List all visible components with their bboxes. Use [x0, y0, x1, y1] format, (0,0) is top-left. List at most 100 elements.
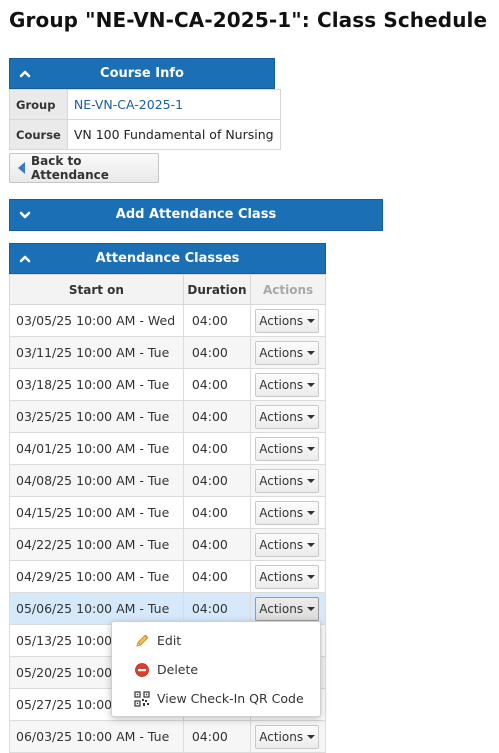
- page-title: Group "NE-VN-CA-2025-1": Class Schedule: [9, 8, 488, 32]
- actions-cell: Actions: [250, 720, 326, 753]
- actions-button-label: Actions: [259, 409, 304, 424]
- duration-cell: 04:00: [182, 528, 252, 561]
- caret-down-icon: [307, 542, 316, 547]
- actions-button[interactable]: Actions: [255, 436, 320, 461]
- actions-button[interactable]: Actions: [255, 500, 320, 525]
- menu-item-label: View Check-In QR Code: [157, 691, 304, 706]
- duration-cell: 04:00: [182, 464, 252, 497]
- actions-button-label: Actions: [259, 505, 304, 520]
- caret-down-icon: [307, 734, 316, 739]
- back-button-label: Back to Attendance: [31, 154, 109, 182]
- start-on-cell: 04/22/25 10:00 AM - Tue: [9, 528, 184, 561]
- start-on-cell: 06/03/25 10:00 AM - Tue: [9, 720, 184, 753]
- pencil-icon: [136, 634, 149, 647]
- add-attendance-header[interactable]: Add Attendance Class: [9, 199, 383, 231]
- caret-down-icon: [307, 478, 316, 483]
- table-row: 03/25/25 10:00 AM - Tue 04:00 Actions: [9, 400, 326, 433]
- chevron-up-icon: [19, 255, 31, 262]
- start-on-cell: 03/11/25 10:00 AM - Tue: [9, 336, 184, 369]
- actions-cell: Actions: [250, 496, 326, 529]
- start-on-cell: 04/08/25 10:00 AM - Tue: [9, 464, 184, 497]
- chevron-up-icon: [19, 70, 31, 77]
- duration-cell: 04:00: [182, 400, 252, 433]
- actions-cell: Actions: [250, 592, 326, 625]
- caret-down-icon: [307, 574, 316, 579]
- actions-button[interactable]: Actions: [255, 724, 320, 749]
- info-value: NE-VN-CA-2025-1: [66, 89, 281, 120]
- actions-button-label: Actions: [259, 537, 304, 552]
- menu-item-label: Edit: [157, 633, 182, 648]
- actions-button-label: Actions: [259, 377, 304, 392]
- duration-cell: 04:00: [182, 368, 252, 401]
- attendance-classes-title: Attendance Classes: [95, 251, 240, 266]
- info-row-group: Group NE-VN-CA-2025-1: [9, 89, 281, 120]
- actions-button[interactable]: Actions: [255, 564, 320, 589]
- actions-cell: Actions: [250, 464, 326, 497]
- chevron-down-icon: [19, 211, 31, 219]
- caret-down-icon: [307, 510, 316, 515]
- info-row-course: Course VN 100 Fundamental of Nursing: [9, 119, 281, 150]
- column-header-duration[interactable]: Duration: [182, 274, 252, 305]
- actions-cell: Actions: [250, 400, 326, 433]
- back-to-attendance-button[interactable]: Back to Attendance: [9, 153, 159, 183]
- add-attendance-title: Add Attendance Class: [115, 207, 277, 222]
- actions-dropdown-menu: Edit Delete View Check-In QR Code: [111, 621, 321, 717]
- caret-down-icon: [307, 382, 316, 387]
- attendance-classes-header[interactable]: Attendance Classes: [9, 243, 326, 274]
- actions-button[interactable]: Actions: [255, 404, 320, 429]
- caret-down-icon: [307, 318, 316, 323]
- menu-item-label: Delete: [157, 662, 199, 677]
- table-row: 04/01/25 10:00 AM - Tue 04:00 Actions: [9, 432, 326, 465]
- actions-button-label: Actions: [259, 441, 304, 456]
- duration-cell: 04:00: [182, 432, 252, 465]
- table-row: 03/11/25 10:00 AM - Tue 04:00 Actions: [9, 336, 326, 369]
- actions-button-label: Actions: [259, 345, 304, 360]
- start-on-cell: 04/15/25 10:00 AM - Tue: [9, 496, 184, 529]
- start-on-cell: 05/06/25 10:00 AM - Tue: [9, 592, 184, 625]
- info-label: Course: [9, 119, 68, 150]
- table-row: 04/22/25 10:00 AM - Tue 04:00 Actions: [9, 528, 326, 561]
- menu-item-edit[interactable]: Edit: [112, 626, 320, 655]
- actions-cell: Actions: [250, 336, 326, 369]
- duration-cell: 04:00: [182, 496, 252, 529]
- caret-down-icon: [307, 350, 316, 355]
- duration-cell: 04:00: [182, 336, 252, 369]
- actions-button-label: Actions: [259, 473, 304, 488]
- start-on-cell: 03/05/25 10:00 AM - Wed: [9, 304, 184, 337]
- column-header-start-on[interactable]: Start on: [9, 274, 184, 305]
- back-arrow-icon: [18, 162, 25, 174]
- actions-button-label: Actions: [259, 601, 304, 616]
- group-link[interactable]: NE-VN-CA-2025-1: [74, 97, 183, 112]
- duration-cell: 04:00: [182, 720, 252, 753]
- actions-cell: Actions: [250, 432, 326, 465]
- table-row: 03/05/25 10:00 AM - Wed 04:00 Actions: [9, 304, 326, 337]
- duration-cell: 04:00: [182, 592, 252, 625]
- actions-button[interactable]: Actions: [255, 372, 320, 397]
- table-row: 04/08/25 10:00 AM - Tue 04:00 Actions: [9, 464, 326, 497]
- actions-button[interactable]: Actions: [255, 532, 320, 557]
- actions-button[interactable]: Actions: [255, 468, 320, 493]
- start-on-cell: 04/01/25 10:00 AM - Tue: [9, 432, 184, 465]
- start-on-cell: 04/29/25 10:00 AM - Tue: [9, 560, 184, 593]
- actions-button[interactable]: Actions: [255, 596, 320, 621]
- course-info-table: Group NE-VN-CA-2025-1 Course VN 100 Fund…: [9, 89, 281, 150]
- actions-cell: Actions: [250, 528, 326, 561]
- caret-down-icon: [307, 446, 316, 451]
- course-info-header[interactable]: Course Info: [9, 58, 275, 89]
- delete-icon: [135, 662, 149, 677]
- caret-down-icon: [307, 606, 316, 611]
- actions-button[interactable]: Actions: [255, 340, 320, 365]
- course-info-title: Course Info: [100, 66, 184, 81]
- actions-cell: Actions: [250, 368, 326, 401]
- start-on-cell: 03/25/25 10:00 AM - Tue: [9, 400, 184, 433]
- menu-item-view-qr-code[interactable]: View Check-In QR Code: [112, 684, 320, 713]
- table-row: 04/29/25 10:00 AM - Tue 04:00 Actions: [9, 560, 326, 593]
- duration-cell: 04:00: [182, 304, 252, 337]
- actions-cell: Actions: [250, 560, 326, 593]
- table-row: 05/06/25 10:00 AM - Tue 04:00 Actions: [9, 592, 326, 625]
- table-header-row: Start on Duration Actions: [9, 274, 326, 305]
- menu-item-delete[interactable]: Delete: [112, 655, 320, 684]
- actions-cell: Actions: [250, 304, 326, 337]
- actions-button[interactable]: Actions: [255, 308, 320, 333]
- actions-button-label: Actions: [259, 313, 304, 328]
